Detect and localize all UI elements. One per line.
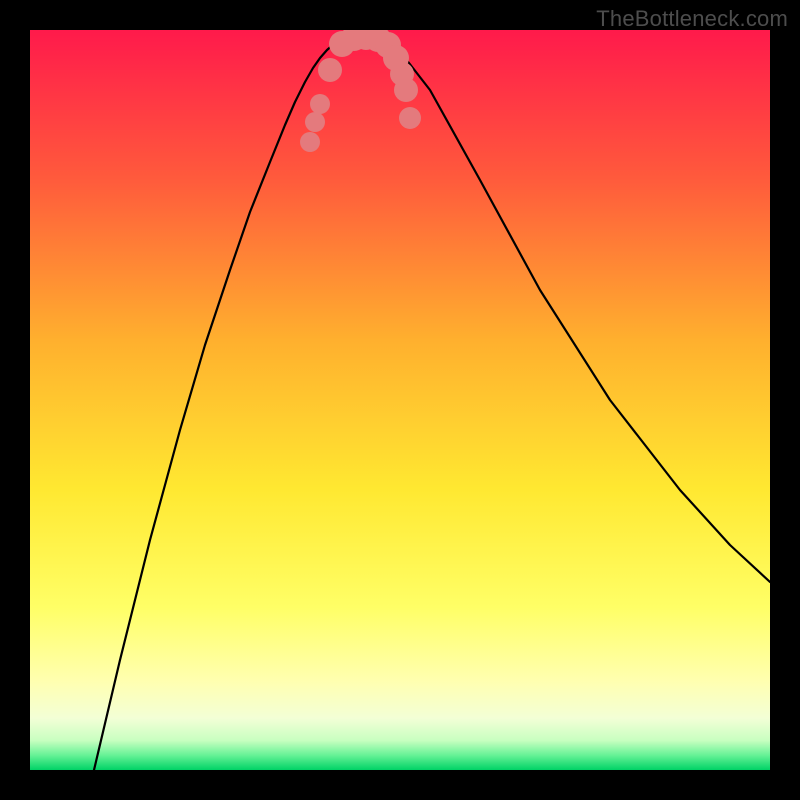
data-markers: [300, 30, 421, 152]
data-point: [310, 94, 330, 114]
data-point: [399, 107, 421, 129]
bottleneck-curve: [94, 37, 770, 770]
plot-area: [30, 30, 770, 770]
data-point: [394, 78, 418, 102]
chart-svg: [30, 30, 770, 770]
data-point: [300, 132, 320, 152]
curve-path: [94, 37, 770, 770]
outer-frame: TheBottleneck.com: [0, 0, 800, 800]
watermark-text: TheBottleneck.com: [596, 6, 788, 32]
data-point: [318, 58, 342, 82]
data-point: [305, 112, 325, 132]
